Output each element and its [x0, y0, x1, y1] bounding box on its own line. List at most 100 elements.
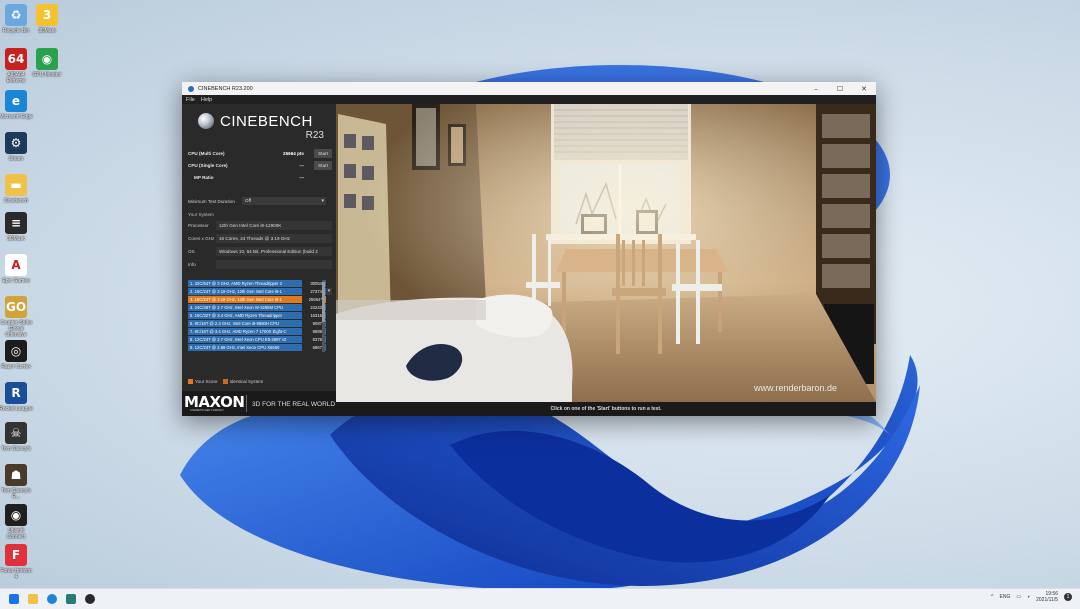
desktop-icon-ghost1[interactable]: ☠ Tom Clancy's	[0, 422, 33, 452]
min-duration-select[interactable]: Off ▾	[242, 197, 326, 205]
system-row-label: Cores x GHz	[188, 236, 215, 241]
rocket-icon: R	[5, 382, 27, 404]
footer-divider	[246, 395, 247, 412]
ranking-row[interactable]: 4. 24C/48T @ 2.7 GHz, Intel Xeon W-3265M…	[188, 304, 326, 311]
start-icon[interactable]	[9, 594, 19, 604]
desktop-icon-label: Microsoft Edge	[0, 114, 33, 120]
minimize-icon[interactable]: –	[804, 85, 828, 93]
maxon-tagline: 3D FOR THE REAL WORLD	[252, 401, 336, 408]
ranking-row[interactable]: 9. 12C/24T @ 2.66 GHz, Intel Xeon CPU X5…	[188, 344, 326, 351]
network-icon[interactable]: ▭	[1016, 594, 1021, 600]
desktop-icon-steam[interactable]: ⚙ Steam	[0, 132, 33, 162]
forza-icon: F	[5, 544, 27, 566]
ranking-row[interactable]: 8. 12C/24T @ 2.7 GHz, Intel Xeon CPU E5-…	[188, 336, 326, 343]
recycle-bin-icon: ♻	[5, 4, 27, 26]
epic-icon: A	[5, 254, 27, 276]
your-score-swatch	[188, 379, 193, 384]
desktop-icon-3dmark-2[interactable]: ≡ 3DMark	[0, 212, 33, 242]
store-icon[interactable]	[66, 594, 76, 604]
taskbar: ^ ENG ▭ ◖ 19:56 2021/11/5 1	[0, 588, 1080, 609]
clock-date: 2021/11/5	[1036, 597, 1058, 603]
system-info: Processor 12th Gen Intel Core i9-12900K Co…	[182, 219, 336, 271]
ranking-row-name: 3. 16C/24T @ 3.19 GHz, 12th Gen Intel Co…	[190, 297, 282, 302]
desktop-icon-label: Forza Horizon 4	[0, 568, 32, 580]
cinebench-taskbar-icon[interactable]	[85, 594, 95, 604]
volume-icon[interactable]: ◖	[1027, 594, 1030, 600]
desktop-icon-rocket[interactable]: R Rocket League	[0, 382, 33, 412]
desktop-icon-gpu-z[interactable]: ◉ GPU Monitor	[30, 48, 64, 78]
desktop-icon-epic[interactable]: A Epic Games	[0, 254, 33, 284]
desktop-icon-3dmark[interactable]: 3 3DMark	[30, 4, 64, 34]
desktop-icon-edge[interactable]: e Microsoft Edge	[0, 90, 33, 120]
ranking-row-name: 6. 8C/16T @ 2.3 GHz, Intel Core i9-9880H…	[190, 321, 279, 326]
close-icon[interactable]: ✕	[852, 85, 876, 93]
desktop-icon-label: Counter-Strike Global Offensive	[0, 320, 33, 338]
cpu-multi-start-button[interactable]: Start	[314, 149, 332, 158]
legend-identical: Identical System	[229, 379, 264, 384]
ranking-row-score: 27374	[302, 288, 324, 295]
desktop-icon-label: AIDA64 Extreme	[6, 72, 26, 84]
details-chevron-icon[interactable]: ▾	[326, 288, 332, 295]
desktop-icon-csgo[interactable]: GO Counter-Strike Global Offensive	[0, 296, 33, 338]
ranking-row[interactable]: 2. 16C/24T @ 3.19 GHz, 12th Gen Intel Co…	[188, 288, 326, 295]
gpu-z-icon: ◉	[36, 48, 58, 70]
language-indicator[interactable]: ENG	[1000, 594, 1011, 600]
desktop-icon-ubisoft[interactable]: ◉ Ubisoft Connect	[0, 504, 33, 540]
ranking-row-score: 6867	[302, 344, 324, 351]
mp-ratio-row: MP Ratio ---	[182, 172, 336, 184]
cpu-single-row: CPU (Single Core) --- Start	[182, 160, 336, 172]
desktop-icon-label: Cinebench	[4, 198, 28, 204]
ranking-row[interactable]: 5. 16C/32T @ 3.4 GHz, AMD Ryzen Threadri…	[188, 312, 326, 319]
desktop-icon-razer[interactable]: ◎ Razer Cortex	[0, 340, 33, 370]
ranking-row[interactable]: 6. 8C/16T @ 2.3 GHz, Intel Core i9-9880H…	[188, 320, 326, 327]
edge-icon[interactable]	[47, 594, 57, 604]
system-row: Processor 12th Gen Intel Core i9-12900K	[182, 219, 336, 232]
system-row-value[interactable]	[216, 260, 332, 269]
cpu-multi-label: CPU (Multi Core)	[188, 151, 225, 156]
desktop-icon-label: Razer Cortex	[1, 364, 31, 370]
min-duration-label: Minimum Test Duration	[188, 199, 235, 204]
clock[interactable]: 19:56 2021/11/5	[1036, 591, 1058, 603]
brand-version: R23	[305, 130, 324, 141]
ranking-row[interactable]: 7. 8C/16T @ 3.4 GHz, AMD Ryzen 7 1700X E…	[188, 328, 326, 335]
cpu-multi-score: 25664 pts	[283, 151, 304, 156]
desktop-icon-recycle-bin[interactable]: ♻ Recycle Bin	[0, 4, 33, 34]
ranking-scroll-thumb[interactable]	[322, 282, 325, 322]
ranking-row[interactable]: 3. 16C/24T @ 3.19 GHz, 12th Gen Intel Co…	[188, 296, 326, 303]
ranking-row-score: 9087	[302, 320, 324, 327]
left-panel: CINEBENCH R23 CPU (Multi Core) 25664 pts…	[182, 104, 336, 416]
menu-file[interactable]: File	[186, 97, 195, 103]
ranking-row-name: 2. 16C/24T @ 3.19 GHz, 12th Gen Intel Co…	[190, 289, 282, 294]
desktop-icon-aida64[interactable]: 64 AIDA64 Extreme	[0, 48, 33, 84]
chevron-up-icon[interactable]: ^	[991, 594, 993, 600]
desktop-icon-label: Steam	[8, 156, 24, 162]
cpu-single-start-button[interactable]: Start	[314, 161, 332, 170]
ranking-row-score: 30054	[302, 280, 324, 287]
cinebench-logo-icon	[198, 113, 214, 129]
menu-help[interactable]: Help	[201, 97, 212, 103]
maximize-icon[interactable]: ☐	[828, 85, 852, 93]
ranking-row-score: 16315	[302, 312, 324, 319]
cinebench-logo: CINEBENCH R23	[182, 104, 336, 148]
desktop-icon-label: Rocket League	[0, 406, 33, 412]
ranking-row[interactable]: 1. 32C/64T @ 3 GHz, AMD Ryzen Threadripp…	[188, 280, 326, 287]
desktop-icon-label: Tom Clancy's R...	[1, 488, 31, 500]
status-bar: Click on one of the 'Start' buttons to r…	[336, 402, 876, 416]
desktop-icon-label: Tom Clancy's	[1, 446, 31, 452]
ranking-row-name: 7. 8C/16T @ 3.4 GHz, AMD Ryzen 7 1700X E…	[190, 329, 287, 334]
ranking-row-name: 8. 12C/24T @ 2.7 GHz, Intel Xeon CPU E5-…	[190, 337, 287, 342]
desktop-icon-folder[interactable]: ▬ Cinebench	[0, 174, 33, 204]
title-bar[interactable]: CINEBENCH R23.200 – ☐ ✕	[182, 82, 876, 95]
notification-icon[interactable]: 1	[1064, 593, 1072, 601]
system-row: OS Windows 10, 64 Bit, Professional Editi…	[182, 245, 336, 258]
app-icon	[188, 85, 194, 92]
brand-name: CINEBENCH	[220, 113, 313, 130]
desktop-icon-label: GPU Monitor	[32, 72, 62, 78]
aida64-icon: 64	[5, 48, 27, 70]
ghost2-icon: ☗	[5, 464, 27, 486]
desktop-icon-forza[interactable]: F Forza Horizon 4	[0, 544, 33, 580]
razer-icon: ◎	[5, 340, 27, 362]
file-explorer-icon[interactable]	[28, 594, 38, 604]
desktop-icon-ghost2[interactable]: ☗ Tom Clancy's R...	[0, 464, 33, 500]
render-viewport: www.renderbaron.de	[336, 104, 876, 402]
